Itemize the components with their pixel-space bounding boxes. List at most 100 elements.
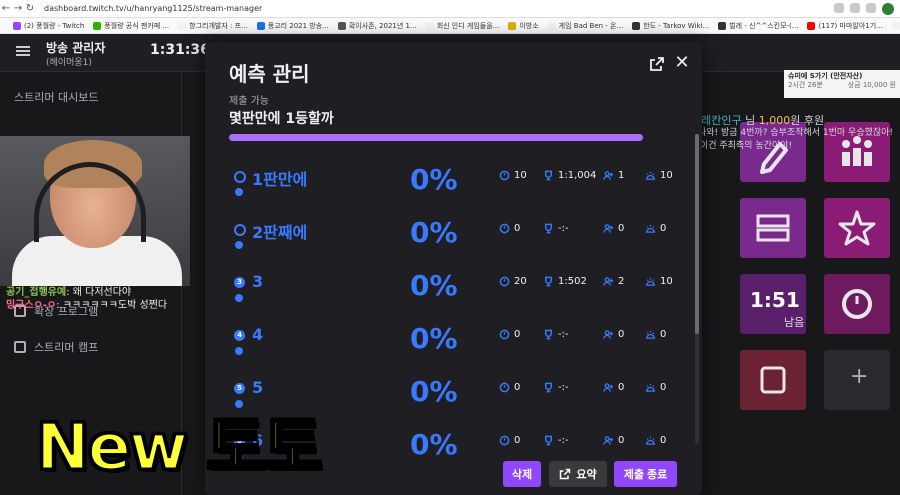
bookmark-favicon-icon (13, 21, 21, 30)
timer-icon (499, 435, 510, 446)
bookmarks-bar: (2) 풍월량 - Twitch 풍월량 공식 팬카페 ... 항그리개발자 : 프… (0, 18, 900, 34)
popout-icon[interactable] (649, 56, 665, 72)
menu-icon[interactable] (16, 46, 30, 56)
outcome-users-value: 0 (618, 223, 625, 234)
plus-icon: + (850, 364, 869, 389)
outcome-name: 1판만에 (252, 170, 308, 189)
close-icon[interactable]: ✕ (673, 54, 691, 72)
outcome-points-value: 0 (660, 435, 667, 446)
outcome-users-value: 0 (618, 382, 625, 393)
outcome-points-value: 0 (660, 223, 667, 234)
outcome-stat-users: 1 (603, 170, 624, 181)
donation-amount: 1,000 (758, 114, 791, 127)
delete-label: 삭제 (511, 469, 533, 481)
bookmark-item[interactable]: 한도 - Tarkov Wiki... (632, 21, 709, 31)
summary-button[interactable]: 요약 (549, 461, 607, 487)
outcome-number-badge: 5 (234, 383, 245, 394)
bookmark-label: 풍고리 2021 방송... (267, 21, 329, 30)
bookmark-favicon-icon (632, 21, 641, 30)
outcome-number-badge: 4 (234, 330, 245, 341)
outcome-number-badge: 3 (234, 277, 245, 288)
bookmark-label: (2) 풍월량 - Twitch (24, 21, 85, 30)
forward-icon[interactable]: → (12, 3, 24, 14)
bookmark-item[interactable]: (117) 마마알아1기... (807, 21, 883, 31)
end-submission-label: 제출 종료 (623, 469, 668, 481)
outcome-points-value: 0 (660, 329, 667, 340)
tile-favorite[interactable] (824, 198, 890, 258)
bookmark-favicon-icon (547, 21, 556, 30)
scrollbar-thumb[interactable] (695, 134, 699, 334)
sidebar-item-camp[interactable]: 스트리머 캠프 (14, 339, 98, 355)
bookmark-item[interactable]: 풍월량 공식 팬카페 ... (93, 21, 169, 31)
bookmark-item[interactable]: 풍고리 2021 방송... (256, 21, 329, 31)
chat-username[interactable]: 공기_접행유예 (6, 287, 66, 298)
back-icon[interactable]: ← (0, 3, 12, 14)
video-caption: New 토토 (34, 410, 323, 487)
users-icon (603, 170, 614, 181)
outcome-stat-users: 2 (603, 276, 624, 287)
tile-timer[interactable]: 1:51 남음 (740, 274, 806, 334)
bookmark-item[interactable]: 회신 인디 게임들을... (425, 21, 499, 31)
tile-layout[interactable] (740, 198, 806, 258)
webcam-overlay (0, 136, 190, 286)
bookmark-item[interactable]: 게임 Bad Ben - 온... (547, 21, 623, 31)
bookmark-item[interactable]: (2) 풍월량 - Twitch (13, 21, 84, 31)
extension-icon[interactable] (866, 2, 876, 13)
trophy-icon (543, 170, 554, 181)
notification-card[interactable]: 슈미에 S가기 (안전자산) 2시간 26분 상금 10,000 원 (784, 70, 900, 98)
sidebar-item-dashboard[interactable]: 스트리머 대시보드 (14, 89, 98, 105)
bookmark-item[interactable]: A Community Gard... (891, 21, 900, 30)
outcome-ratio-value: 1:1,004 (558, 170, 597, 181)
profile-avatar[interactable] (882, 2, 894, 15)
notification-time: 2시간 26분 (788, 81, 823, 89)
outcome-stat-users: 0 (603, 382, 624, 393)
chat-text: : ㅋㅋㅋㅋㅋㅋ도박 성쩐다 (56, 300, 168, 311)
bookmark-label: 항그리개발자 : 프... (189, 21, 248, 30)
users-icon (603, 435, 614, 446)
end-submission-button[interactable]: 제출 종료 (614, 461, 677, 487)
outcome-color-dot (235, 347, 243, 355)
bookmark-label: 풍월량 공식 팬카페 ... (104, 21, 170, 30)
users-icon (603, 382, 614, 393)
outcome-users-value: 0 (618, 329, 625, 340)
outcome-time-value: 0 (514, 329, 521, 340)
timer-icon (499, 170, 510, 181)
bookmark-label: (117) 마마알아1기... (818, 21, 883, 30)
extension-icon[interactable] (834, 2, 844, 13)
bookmark-item[interactable]: 이방소 (508, 21, 539, 31)
reload-icon[interactable]: ↻ (24, 3, 36, 14)
bookmark-item[interactable]: 벌레 - 신^^스킨모-(... (718, 21, 798, 31)
timer-value: 1:51 (750, 288, 800, 312)
url-field[interactable]: dashboard.twitch.tv/u/hanryang1125/strea… (44, 4, 834, 13)
outcome-stat-points: 10 (645, 170, 673, 181)
bookmark-favicon-icon (93, 21, 102, 30)
bookmark-label: 확이사존, 2021년 1... (348, 21, 417, 30)
bookmark-item[interactable]: 확이사존, 2021년 1... (337, 21, 417, 31)
scrollbar[interactable] (695, 134, 699, 444)
notification-detail: 상금 10,000 원 (847, 81, 896, 89)
tile-calendar[interactable] (740, 350, 806, 410)
users-icon (603, 276, 614, 287)
sidebar-item-label: 스트리머 캠프 (34, 341, 99, 354)
donor-suffix: 님 (745, 114, 756, 127)
chat-username[interactable]: 밍구스ㅇ-ㅇ (6, 300, 56, 311)
trophy-icon (543, 435, 554, 446)
outcome-name: 4 (252, 325, 264, 344)
tile-clock[interactable] (824, 274, 890, 334)
chat-message: 밍구스ㅇ-ㅇ: ㅋㅋㅋㅋㅋㅋ도박 성쩐다 (6, 299, 186, 312)
outcome-stat-time: 0 (499, 382, 520, 393)
timer-icon (499, 223, 510, 234)
tile-add[interactable]: + (824, 350, 890, 410)
outcome-time-value: 20 (514, 276, 527, 287)
trophy-icon (543, 382, 554, 393)
delete-button[interactable]: 삭제 (503, 461, 541, 487)
calendar-icon (760, 366, 786, 394)
bookmark-item[interactable]: 항그리개발자 : 프... (178, 21, 248, 31)
outcome-stat-points: 0 (645, 382, 666, 393)
extension-icon[interactable] (850, 2, 860, 13)
camp-icon (14, 341, 26, 353)
outcome-icon (234, 171, 246, 183)
outcome-stat-ratio: -:- (543, 382, 569, 393)
outcome-percent: 0% (410, 428, 458, 461)
outcome-stat-ratio: 1:1,004 (543, 170, 596, 181)
